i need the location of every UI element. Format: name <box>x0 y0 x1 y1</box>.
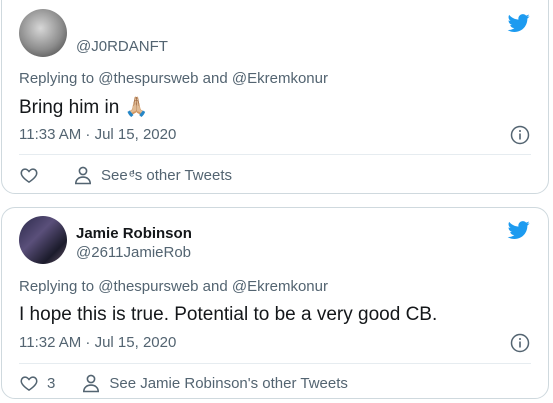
other-tweets-label[interactable]: See ͤ's other Tweets <box>101 167 232 184</box>
info-icon[interactable] <box>510 125 530 145</box>
reply-joiner: and <box>198 70 232 87</box>
mention-link[interactable]: @Ekremkonur <box>232 278 328 295</box>
author-names[interactable]: Jamie Robinson @2611JamieRob <box>76 224 192 262</box>
divider <box>19 154 531 155</box>
avatar[interactable] <box>19 9 67 57</box>
other-tweets-label[interactable]: See Jamie Robinson's other Tweets <box>109 375 348 392</box>
timestamp[interactable]: 11:33 AM · Jul 15, 2020 <box>19 126 176 143</box>
mention-link[interactable]: @Ekremkonur <box>232 70 328 87</box>
mention-link[interactable]: @thespursweb <box>98 70 198 87</box>
tweet-text: Bring him in 🙏🏼 <box>19 97 149 118</box>
replying-prefix: Replying to <box>19 278 99 295</box>
reply-joiner: and <box>198 278 232 295</box>
replying-prefix: Replying to <box>19 70 99 87</box>
replying-to: Replying to @thespursweb and @Ekremkonur <box>19 70 328 87</box>
tweet-text: I hope this is true. Potential to be a v… <box>19 304 438 325</box>
twitter-bird-icon[interactable] <box>506 219 532 241</box>
tweet-card[interactable]: @J0RDANFT Replying to @thespursweb and @… <box>1 0 549 194</box>
author-names[interactable]: @J0RDANFT <box>76 37 168 56</box>
tweet-actions: 3 See Jamie Robinson's other Tweets <box>19 371 531 395</box>
tweet-card[interactable]: Jamie Robinson @2611JamieRob Replying to… <box>1 207 549 399</box>
mention-link[interactable]: @thespursweb <box>98 278 198 295</box>
other-tweets-link[interactable]: See ͤ's other Tweets <box>73 165 232 185</box>
user-handle[interactable]: @J0RDANFT <box>76 37 168 56</box>
like-button[interactable] <box>19 165 47 185</box>
heart-icon <box>20 168 38 183</box>
replying-to: Replying to @thespursweb and @Ekremkonur <box>19 278 328 295</box>
person-icon <box>74 166 92 185</box>
divider <box>19 363 531 364</box>
person-icon <box>83 374 100 393</box>
avatar[interactable] <box>19 216 67 264</box>
timestamp[interactable]: 11:32 AM · Jul 15, 2020 <box>19 334 176 351</box>
like-button[interactable]: 3 <box>19 373 55 393</box>
display-name[interactable]: Jamie Robinson <box>76 224 192 243</box>
user-handle[interactable]: @2611JamieRob <box>76 243 192 262</box>
other-tweets-link[interactable]: See Jamie Robinson's other Tweets <box>81 373 348 393</box>
tweet-actions: See ͤ's other Tweets <box>19 163 531 187</box>
like-count: 3 <box>47 374 56 392</box>
info-icon[interactable] <box>510 333 530 353</box>
heart-icon <box>20 376 38 391</box>
twitter-bird-icon[interactable] <box>506 12 532 34</box>
